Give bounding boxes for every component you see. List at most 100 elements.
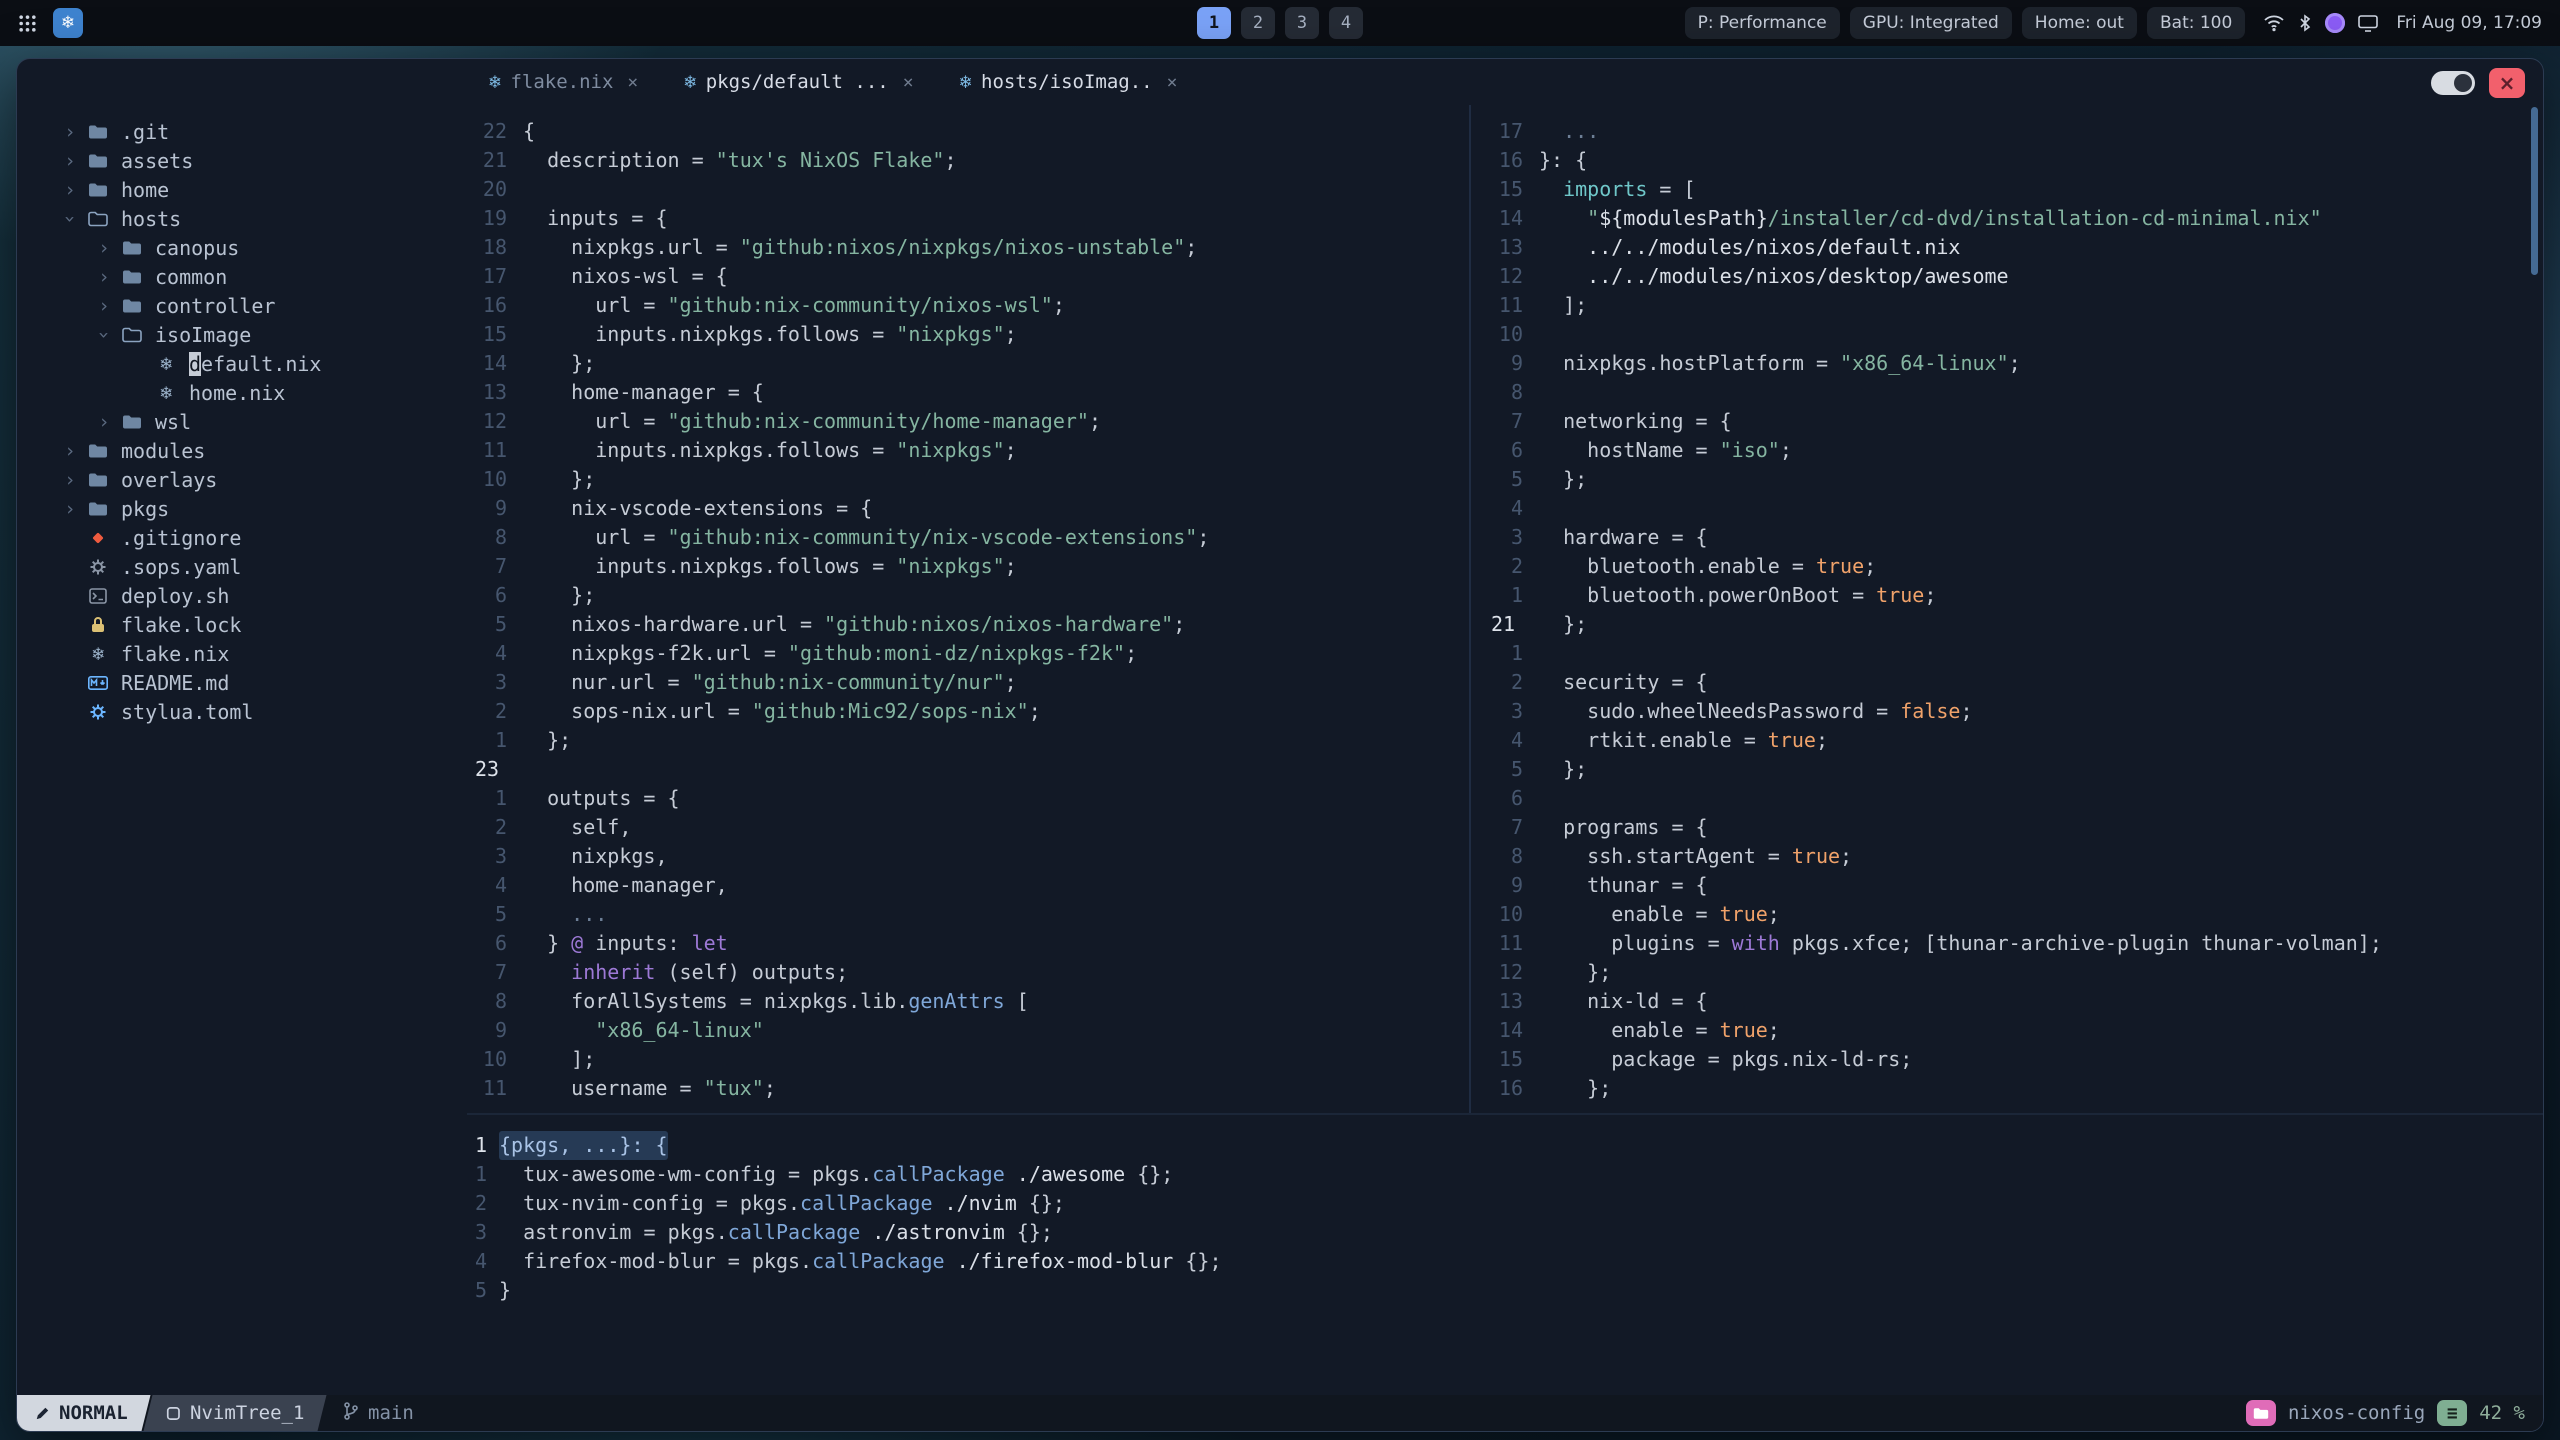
code-text: security = { <box>1539 670 1708 694</box>
tree-item-home[interactable]: › home <box>17 175 467 204</box>
tab-hosts-isoimag[interactable]: ❄ hosts/isoImag.. × <box>940 59 1198 105</box>
line-number: 13 <box>482 380 507 404</box>
code-text: enable = true; <box>1539 902 1780 926</box>
code-line: 4 home-manager, <box>467 871 1467 900</box>
tree-item-overlays[interactable]: › overlays <box>17 465 467 494</box>
tree-item-isoimage[interactable]: › isoImage <box>17 320 467 349</box>
chevron-right-icon[interactable]: › <box>57 150 83 172</box>
chevron-right-icon[interactable]: › <box>91 411 117 433</box>
chevron-right-icon[interactable]: › <box>57 498 83 520</box>
code-line: 9 nixpkgs.hostPlatform = "x86_64-linux"; <box>1483 349 2543 378</box>
theme-icon[interactable] <box>2325 13 2346 33</box>
tree-item-git[interactable]: › .git <box>17 117 467 146</box>
tree-item-assets[interactable]: › assets <box>17 146 467 175</box>
window-close-button[interactable]: × <box>2489 68 2525 98</box>
status-chip-gpu-integrated[interactable]: GPU: Integrated <box>1849 7 2012 39</box>
chevron-right-icon[interactable]: › <box>57 469 83 491</box>
tree-item-stylua-toml[interactable]: stylua.toml <box>17 697 467 726</box>
code-line: 3 astronvim = pkgs.callPackage ./astronv… <box>467 1218 2543 1247</box>
code-text: bluetooth.powerOnBoot = true; <box>1539 583 1937 607</box>
buffer-icon <box>166 1406 181 1421</box>
tree-item-canopus[interactable]: › canopus <box>17 233 467 262</box>
chevron-right-icon[interactable]: › <box>57 440 83 462</box>
nix-icon: ❄ <box>684 71 696 93</box>
tab-pkgs-default[interactable]: ❄ pkgs/default ... × <box>664 59 933 105</box>
tab-close-icon[interactable]: × <box>1167 72 1178 93</box>
status-chip-bat-100[interactable]: Bat: 100 <box>2146 7 2246 39</box>
tab-label: hosts/isoImag.. <box>981 71 1153 93</box>
line-number: 7 <box>494 554 507 578</box>
pane-separator-vertical[interactable] <box>1469 105 1471 1113</box>
display-icon[interactable] <box>2358 14 2379 32</box>
editor-pane-pkgs[interactable]: 1 {pkgs, ...}: {1 tux-awesome-wm-config =… <box>467 1131 2543 1305</box>
line-number: 11 <box>1498 931 1523 955</box>
code-line: 6 hostName = "iso"; <box>1483 436 2543 465</box>
chevron-down-icon[interactable]: › <box>93 322 115 348</box>
tab-close-icon[interactable]: × <box>627 72 638 93</box>
tree-item-sops-yaml[interactable]: .sops.yaml <box>17 552 467 581</box>
tree-item-readme-md[interactable]: README.md <box>17 668 467 697</box>
tree-item-gitignore[interactable]: .gitignore <box>17 523 467 552</box>
line-number: 8 <box>1510 844 1523 868</box>
tree-item-flake-lock[interactable]: flake.lock <box>17 610 467 639</box>
bluetooth-icon[interactable] <box>2298 14 2312 32</box>
editor-pane-flake[interactable]: 22{21 description = "tux's NixOS Flake";… <box>467 117 1467 1103</box>
wifi-icon[interactable] <box>2263 14 2285 32</box>
tree-item-deploy-sh[interactable]: deploy.sh <box>17 581 467 610</box>
line-number: 18 <box>482 235 507 259</box>
line-number: 16 <box>1498 148 1523 172</box>
tree-item-wsl[interactable]: › wsl <box>17 407 467 436</box>
tree-item-common[interactable]: › common <box>17 262 467 291</box>
code-line: 10 <box>1483 320 2543 349</box>
code-text: inputs.nixpkgs.follows = "nixpkgs"; <box>523 322 1017 346</box>
tree-item-default-nix[interactable]: ❄ default.nix <box>17 349 467 378</box>
app-launcher-icon[interactable] <box>18 14 37 33</box>
logo-badge[interactable]: ❄ <box>53 8 83 38</box>
pin-toggle[interactable] <box>2431 71 2475 95</box>
tab-close-icon[interactable]: × <box>903 72 914 93</box>
code-text: }; <box>1539 960 1612 984</box>
line-number: 4 <box>1510 728 1523 752</box>
code-line: 10 enable = true; <box>1483 900 2543 929</box>
code-line: 9 nix-vscode-extensions = { <box>467 494 1467 523</box>
status-chip-p-performance[interactable]: P: Performance <box>1684 7 1840 39</box>
chevron-down-icon[interactable]: › <box>59 206 81 232</box>
chevron-right-icon[interactable]: › <box>91 266 117 288</box>
tree-item-pkgs[interactable]: › pkgs <box>17 494 467 523</box>
line-number: 7 <box>494 960 507 984</box>
tree-item-hosts[interactable]: › hosts <box>17 204 467 233</box>
code-line: 19 inputs = { <box>467 204 1467 233</box>
code-line: 2 bluetooth.enable = true; <box>1483 552 2543 581</box>
workspace-button-2[interactable]: 2 <box>1241 7 1275 39</box>
workspace-button-3[interactable]: 3 <box>1285 7 1319 39</box>
pane-separator-horizontal[interactable] <box>467 1113 2543 1115</box>
tree-item-controller[interactable]: › controller <box>17 291 467 320</box>
code-line: 1 bluetooth.powerOnBoot = true; <box>1483 581 2543 610</box>
code-line: 2 sops-nix.url = "github:Mic92/sops-nix"… <box>467 697 1467 726</box>
tree-item-home-nix[interactable]: ❄ home.nix <box>17 378 467 407</box>
tree-item-label: home.nix <box>189 380 286 405</box>
workspace-button-4[interactable]: 4 <box>1329 7 1363 39</box>
code-line: 3 nur.url = "github:nix-community/nur"; <box>467 668 1467 697</box>
workspace-button-1[interactable]: 1 <box>1197 7 1231 39</box>
code-line: 22 { <box>467 117 1467 146</box>
clock[interactable]: Fri Aug 09, 17:09 <box>2396 13 2542 33</box>
code-line: 10 ]; <box>467 1045 1467 1074</box>
status-chip-home-out[interactable]: Home: out <box>2021 7 2137 39</box>
markdown-icon <box>83 675 113 690</box>
git-branch: main <box>342 1401 414 1426</box>
chevron-right-icon[interactable]: › <box>57 179 83 201</box>
file-tree[interactable]: › .git › assets › home › hosts › canopus › common › c… <box>17 117 467 1395</box>
code-line: 1 }; <box>467 726 1467 755</box>
tree-item-modules[interactable]: › modules <box>17 436 467 465</box>
tree-item-flake-nix[interactable]: ❄ flake.nix <box>17 639 467 668</box>
line-number: 8 <box>1510 380 1523 404</box>
line-number: 11 <box>1498 293 1523 317</box>
tab-flake-nix[interactable]: ❄ flake.nix × <box>469 59 658 105</box>
chevron-right-icon[interactable]: › <box>57 121 83 143</box>
chevron-right-icon[interactable]: › <box>91 295 117 317</box>
code-text: inputs.nixpkgs.follows = "nixpkgs"; <box>523 438 1017 462</box>
scrollbar[interactable] <box>2531 107 2538 275</box>
chevron-right-icon[interactable]: › <box>91 237 117 259</box>
editor-pane-iso[interactable]: 17 ... 16}: {15 imports = [14 "${modulesP… <box>1483 117 2543 1103</box>
